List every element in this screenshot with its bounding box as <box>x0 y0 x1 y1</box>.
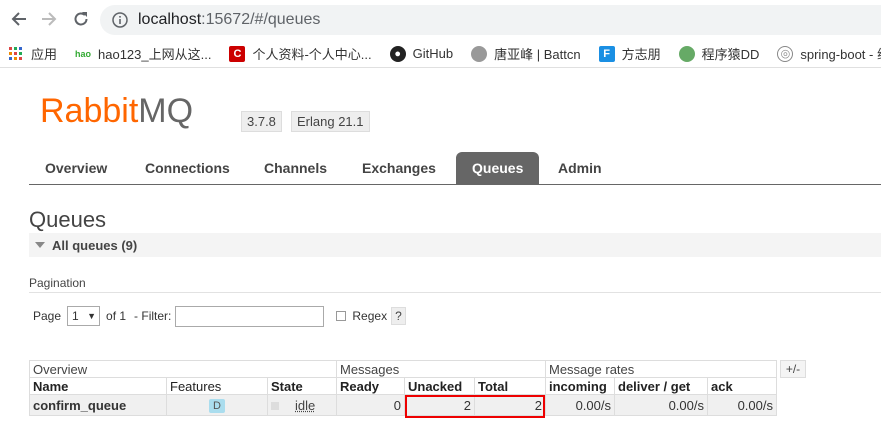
bookmark-csdn[interactable]: C 个人资料-个人中心... <box>229 44 372 63</box>
queue-state: idle <box>295 397 316 413</box>
tab-overview[interactable]: Overview <box>29 152 123 184</box>
bookmark-battcn[interactable]: 唐亚峰 | Battcn <box>471 44 581 63</box>
info-icon[interactable] <box>112 12 128 28</box>
bookmark-github[interactable]: ● GitHub <box>389 45 454 62</box>
globe-icon: ◎ <box>777 45 794 62</box>
ack-rate: 0.00/s <box>707 394 777 416</box>
tab-channels[interactable]: Channels <box>248 152 343 184</box>
bookmark-label: GitHub <box>412 46 454 61</box>
col-total[interactable]: Total <box>474 377 546 395</box>
logo-mq-text: MQ <box>138 92 194 130</box>
divider <box>29 292 881 293</box>
col-name[interactable]: Name <box>29 377 167 395</box>
logo-rabbit-text: Rabbit <box>40 92 139 130</box>
bookmark-label: 个人资料-个人中心... <box>252 47 372 62</box>
bookmark-label: 方志朋 <box>621 47 661 62</box>
main-tabs: Overview Connections Channels Exchanges … <box>29 152 881 185</box>
col-deliver-get[interactable]: deliver / get <box>614 377 708 395</box>
durable-badge: D <box>209 399 225 413</box>
col-unacked[interactable]: Unacked <box>404 377 475 395</box>
group-overview: Overview <box>29 360 337 378</box>
bookmark-hao123[interactable]: hao hao123_上网从这... <box>75 44 211 63</box>
col-ack[interactable]: ack <box>707 377 777 395</box>
regex-checkbox[interactable] <box>336 311 347 321</box>
avatar-icon <box>678 45 695 62</box>
collapse-triangle-icon <box>35 242 45 248</box>
bookmark-label: spring-boot - 纯... <box>800 47 881 62</box>
pagination-row: Page 1 ▼ of 1 - Filter: Regex ? <box>33 305 406 327</box>
queues-table: Overview Messages Message rates Name Fea… <box>29 360 777 416</box>
bookmark-apps[interactable]: 应用 <box>8 44 57 63</box>
col-features: Features <box>166 377 268 395</box>
state-indicator-icon <box>271 401 279 410</box>
browser-toolbar: localhost:15672/#/queues <box>0 0 881 40</box>
regex-label: Regex <box>352 309 388 323</box>
bookmark-label: 唐亚峰 | Battcn <box>494 47 581 62</box>
annotation-highlight-box <box>405 395 545 418</box>
page-select[interactable]: 1 ▼ <box>67 306 101 326</box>
filter-input[interactable] <box>175 305 325 327</box>
csdn-icon: C <box>229 45 246 62</box>
hao123-icon: hao <box>75 48 92 59</box>
bookmark-fangzhipeng[interactable]: F 方志朋 <box>598 44 661 63</box>
bookmark-label: hao123_上网从这... <box>98 47 212 62</box>
tab-connections[interactable]: Connections <box>129 152 246 184</box>
rabbitmq-logo[interactable]: RabbitMQ <box>40 94 193 128</box>
avatar-icon <box>471 45 488 62</box>
section-title: All queues (9) <box>52 237 138 253</box>
back-arrow-icon[interactable] <box>8 8 30 30</box>
tab-admin[interactable]: Admin <box>542 152 618 184</box>
page-select-value: 1 <box>72 309 79 323</box>
group-messages: Messages <box>336 360 546 378</box>
dropdown-arrow-icon: ▼ <box>87 311 97 321</box>
ready-count: 0 <box>336 394 405 416</box>
page-label: Page <box>33 309 62 323</box>
deliver-get-rate: 0.00/s <box>614 394 708 416</box>
apps-grid-icon <box>8 46 24 62</box>
group-message-rates: Message rates <box>545 360 777 378</box>
bookmarks-bar: 应用 hao hao123_上网从这... C 个人资料-个人中心... ● GitH… <box>0 40 881 68</box>
regex-help-button[interactable]: ? <box>391 307 406 325</box>
col-incoming[interactable]: incoming <box>545 377 615 395</box>
page-title: Queues <box>29 207 107 232</box>
queue-name-link[interactable]: confirm_queue <box>29 394 167 416</box>
col-ready[interactable]: Ready <box>336 377 405 395</box>
col-state[interactable]: State <box>267 377 337 395</box>
version-badge: 3.7.8 <box>241 111 282 132</box>
filter-label: - Filter: <box>134 309 172 323</box>
bookmark-didispace[interactable]: 程序猿DD <box>678 44 760 63</box>
erlang-version-badge: Erlang 21.1 <box>291 111 370 132</box>
of-label: of 1 <box>106 309 127 323</box>
incoming-rate: 0.00/s <box>545 394 615 416</box>
all-queues-toggle[interactable]: All queues (9) <box>29 233 881 257</box>
url-path: :15672/#/queues <box>201 11 321 28</box>
f-icon: F <box>598 45 615 62</box>
bookmark-label: 程序猿DD <box>701 47 760 62</box>
bookmark-spring-boot[interactable]: ◎ spring-boot - 纯... <box>777 44 881 63</box>
forward-arrow-icon[interactable] <box>38 8 60 30</box>
pagination-label: Pagination <box>29 276 86 290</box>
table-row: confirm_queue D idle 0 2 2 0.00/s 0.00/s… <box>29 394 777 416</box>
reload-icon[interactable] <box>70 8 92 30</box>
tab-exchanges[interactable]: Exchanges <box>346 152 452 184</box>
url-host: localhost <box>138 11 202 28</box>
tab-queues[interactable]: Queues <box>456 152 540 184</box>
address-bar[interactable]: localhost:15672/#/queues <box>100 5 881 35</box>
github-icon: ● <box>389 45 406 62</box>
columns-toggle-button[interactable]: +/- <box>780 360 806 378</box>
bookmark-label: 应用 <box>31 47 58 62</box>
